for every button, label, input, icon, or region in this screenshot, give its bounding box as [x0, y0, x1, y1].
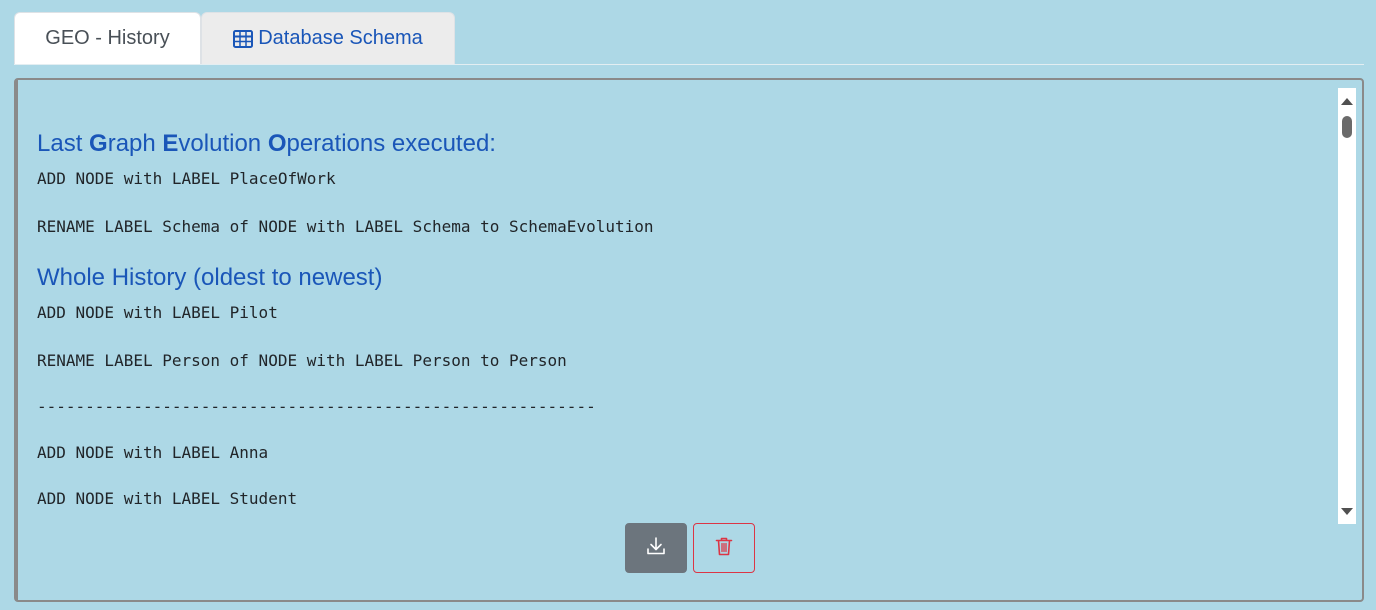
- last-operations-heading: Last Graph Evolution Operations executed…: [37, 130, 496, 157]
- history-line: ADD NODE with LABEL Pilot: [37, 303, 278, 322]
- tab-database-schema[interactable]: Database Schema: [201, 12, 455, 64]
- scroll-down-arrow-icon[interactable]: [1341, 508, 1353, 515]
- delete-button[interactable]: [693, 523, 755, 573]
- operation-line: ADD NODE with LABEL PlaceOfWork: [37, 169, 336, 188]
- tab-geo-history-label: GEO - History: [45, 27, 170, 49]
- history-panel: Last Graph Evolution Operations executed…: [14, 78, 1364, 602]
- tab-database-schema-label: Database Schema: [258, 27, 423, 49]
- scrollbar-thumb[interactable]: [1342, 116, 1352, 138]
- history-line: RENAME LABEL Person of NODE with LABEL P…: [37, 351, 567, 370]
- download-icon: [645, 535, 667, 562]
- vertical-scrollbar[interactable]: [1338, 88, 1356, 524]
- history-line: ADD NODE with LABEL Student: [37, 489, 298, 508]
- operation-line: RENAME LABEL Schema of NODE with LABEL S…: [37, 217, 654, 236]
- trash-icon: [713, 535, 735, 562]
- scroll-up-arrow-icon[interactable]: [1341, 98, 1353, 105]
- download-button[interactable]: [625, 523, 687, 573]
- tab-geo-history[interactable]: GEO - History: [14, 12, 201, 64]
- tab-bar: GEO - History Database Schema: [14, 12, 1364, 65]
- history-line: ADD NODE with LABEL Anna: [37, 443, 269, 462]
- table-icon: [233, 29, 254, 48]
- history-separator: ----------------------------------------…: [37, 397, 596, 416]
- history-scroll-area[interactable]: Last Graph Evolution Operations executed…: [18, 80, 1354, 524]
- whole-history-heading: Whole History (oldest to newest): [37, 264, 383, 291]
